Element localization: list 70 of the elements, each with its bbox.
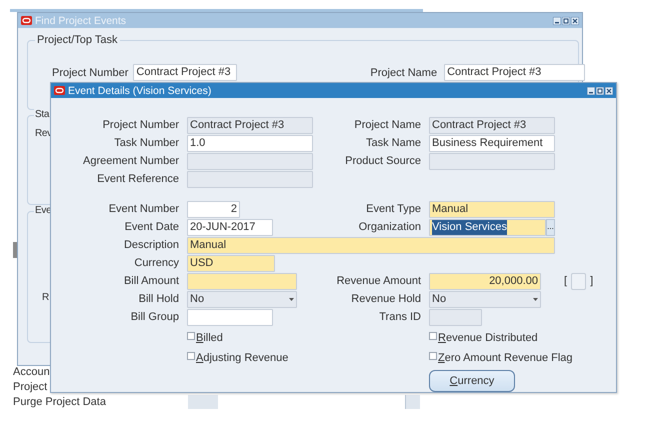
field-label: Task Number	[113, 137, 179, 149]
group-title: Project/Top Task	[35, 34, 120, 46]
minimize-button[interactable]	[553, 16, 561, 24]
field-label: Revenue Hold	[350, 293, 421, 305]
list-of-values-button[interactable]: ...	[546, 218, 555, 236]
task-number-field[interactable]: 1.0	[187, 134, 313, 152]
field-label: Product Source	[344, 155, 421, 167]
field-label: Bill Hold	[138, 293, 179, 305]
currency-button[interactable]: Currency	[429, 370, 515, 392]
bracket: ]	[590, 275, 594, 287]
field-label: Event Reference	[96, 173, 179, 185]
navigator-item[interactable]: Purge Project Data	[13, 395, 106, 410]
field-label: Event Type	[365, 203, 421, 215]
checkbox[interactable]: Adjusting Revenue	[187, 352, 288, 364]
project-name-field[interactable]: Contract Project #3	[444, 64, 586, 81]
field-label: Task Name	[364, 137, 421, 149]
scroll-bar[interactable]	[188, 395, 218, 409]
field-label: Bill Amount	[122, 275, 179, 287]
checkbox-box[interactable]	[429, 352, 437, 360]
navigator-item[interactable]: Project	[13, 380, 48, 395]
window-title: Find Project Events	[35, 14, 128, 26]
app-logo-icon	[54, 86, 65, 95]
bill-hold-field[interactable]: No	[187, 290, 297, 308]
project-number-field[interactable]: Contract Project #3	[133, 64, 238, 81]
checkbox-box[interactable]	[187, 332, 195, 340]
revenue-amount-field[interactable]: 20,000.00	[429, 272, 541, 290]
flexfield-box[interactable]	[571, 272, 586, 290]
field-label: Project Name	[353, 119, 421, 131]
checkbox[interactable]: Revenue Distributed	[429, 332, 538, 344]
field-label: Description	[122, 239, 179, 251]
task-name-field[interactable]: Business Requirement	[429, 134, 555, 152]
event-date-field[interactable]: 20-JUN-2017	[187, 218, 273, 236]
field-label: R	[42, 292, 49, 303]
window-title: Event Details (Vision Services)	[68, 84, 212, 96]
event-number-field[interactable]: 2	[187, 200, 240, 218]
bill-group-field[interactable]	[187, 308, 273, 326]
maximize-button[interactable]	[562, 16, 570, 24]
bracket: [	[564, 275, 568, 287]
bill-amount-field[interactable]	[187, 272, 297, 290]
group-title: Sta	[34, 109, 50, 120]
field-label: Organization	[358, 221, 421, 233]
field-label: Agreement Number	[82, 155, 179, 167]
caret-icon	[533, 298, 538, 300]
scroll-thumb[interactable]	[13, 242, 17, 258]
maximize-button[interactable]	[596, 86, 604, 94]
field-label: Event Date	[124, 221, 179, 233]
checkbox[interactable]: Billed	[187, 332, 223, 344]
navigator-item[interactable]: Accoun	[13, 365, 50, 380]
field-label: Trans ID	[378, 311, 421, 323]
caret-icon	[289, 298, 294, 300]
checkbox-box[interactable]	[429, 332, 437, 340]
app-logo-icon	[21, 16, 32, 25]
checkbox[interactable]: Zero Amount Revenue Flag	[429, 352, 573, 364]
event-type-field[interactable]: Manual	[429, 200, 555, 218]
currency-field[interactable]: USD	[187, 254, 275, 272]
field-label: Project Name	[370, 66, 438, 78]
field-label: Bill Group	[130, 311, 179, 323]
revenue-hold-field[interactable]: No	[429, 290, 541, 308]
field-label: Project Number	[102, 119, 179, 131]
field-label: Revenue Amount	[336, 275, 421, 287]
close-button[interactable]	[571, 16, 579, 24]
field-label: Currency	[133, 257, 179, 269]
close-button[interactable]	[605, 86, 613, 94]
field-label: Event Number	[108, 203, 179, 215]
field-label: Project Number	[52, 66, 128, 78]
checkbox-box[interactable]	[187, 352, 195, 360]
description-field[interactable]: Manual	[187, 236, 555, 254]
scroll-bar[interactable]	[405, 395, 420, 409]
organization-field[interactable]: Vision Services	[429, 218, 546, 236]
minimize-button[interactable]	[587, 86, 595, 94]
